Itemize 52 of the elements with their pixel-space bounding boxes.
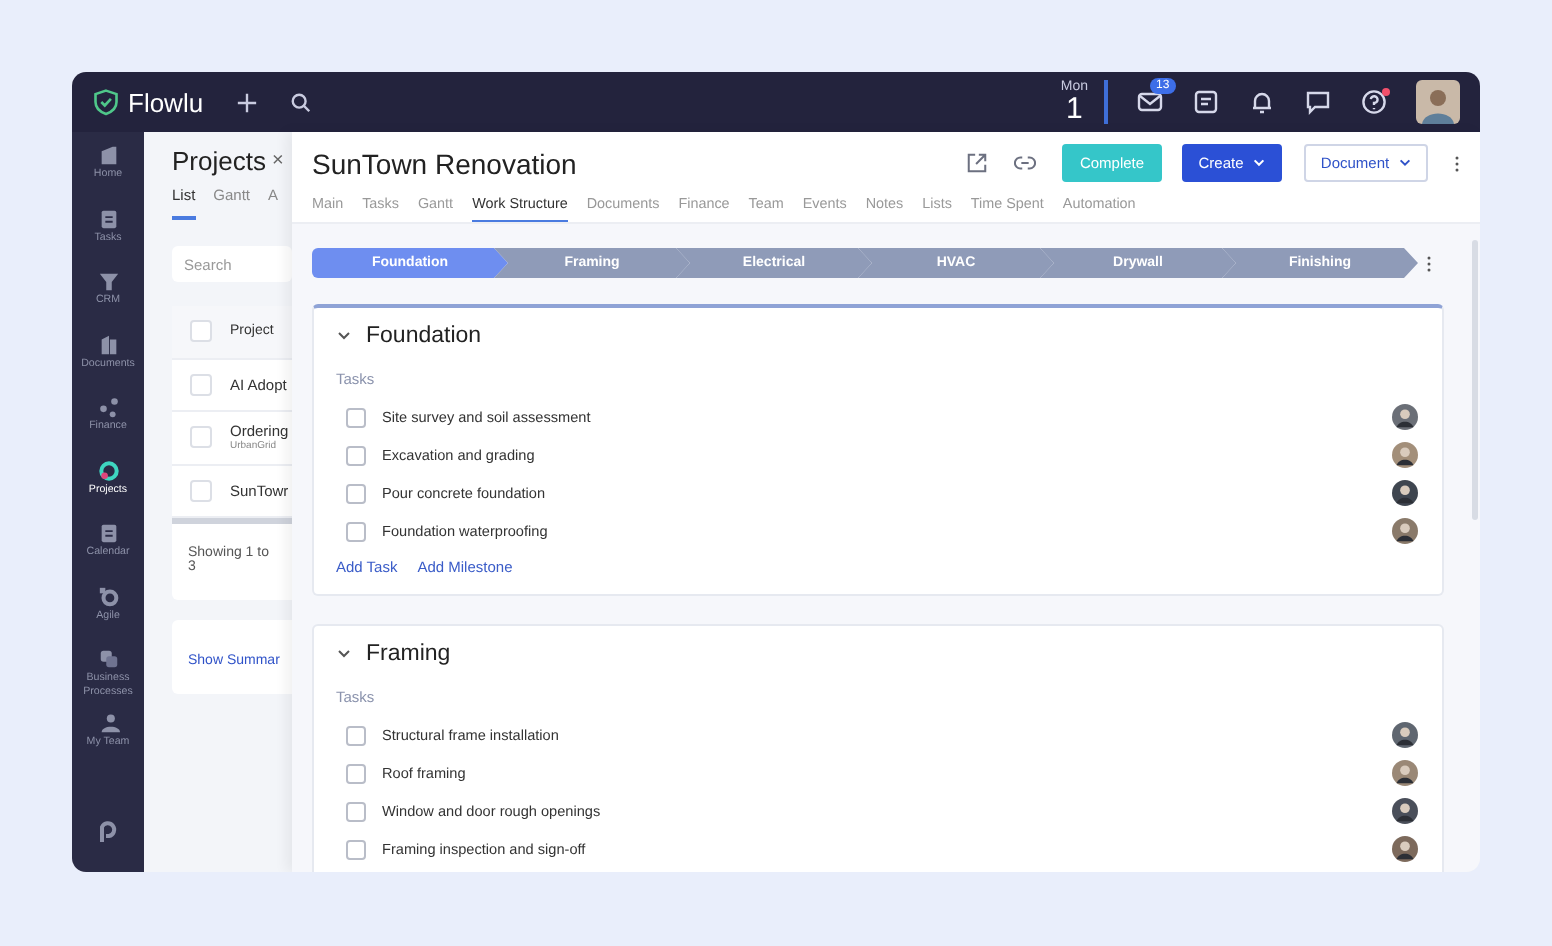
checkbox[interactable] xyxy=(190,373,212,396)
avatar xyxy=(1392,404,1418,430)
checkbox[interactable] xyxy=(346,763,366,783)
person-icon xyxy=(97,711,119,733)
chevron-icon[interactable] xyxy=(336,328,352,344)
checkbox[interactable] xyxy=(190,320,212,343)
ring-icon xyxy=(97,459,119,481)
funnel-icon xyxy=(97,270,119,292)
user-avatar[interactable] xyxy=(1416,80,1460,124)
stage-title: Framing xyxy=(366,642,451,666)
avatar xyxy=(1392,480,1418,506)
more-icon[interactable] xyxy=(1454,153,1460,173)
panel-title: Projects xyxy=(172,146,266,176)
caret-icon xyxy=(1251,156,1266,170)
link-icon[interactable] xyxy=(1014,152,1036,174)
checkbox[interactable] xyxy=(190,479,212,502)
checkbox[interactable] xyxy=(346,801,366,821)
avatar xyxy=(1392,798,1418,824)
project-title: SunTown Renovation xyxy=(312,147,577,179)
close-button[interactable]: × xyxy=(271,150,284,172)
shield-check-icon xyxy=(92,88,120,116)
chat-icon[interactable] xyxy=(1304,88,1332,116)
checkbox[interactable] xyxy=(346,839,366,859)
checkbox[interactable] xyxy=(346,407,366,427)
checkbox[interactable] xyxy=(346,725,366,745)
help-icon[interactable] xyxy=(1360,88,1388,116)
mail-icon[interactable] xyxy=(1136,88,1164,116)
day-number: 1 xyxy=(1066,94,1083,124)
search-icon[interactable] xyxy=(289,91,312,113)
loop-icon xyxy=(97,585,119,607)
avatar xyxy=(1392,760,1418,786)
document-icon xyxy=(97,333,119,355)
bell-icon[interactable] xyxy=(1248,88,1276,116)
avatar xyxy=(1392,722,1418,748)
checkbox[interactable] xyxy=(346,445,366,465)
avatar xyxy=(1392,442,1418,468)
note-icon[interactable] xyxy=(1192,88,1220,116)
nodes-icon xyxy=(97,396,119,418)
checkbox[interactable] xyxy=(346,483,366,503)
checkbox[interactable] xyxy=(190,426,212,449)
app-logo[interactable]: Flowlu xyxy=(128,87,204,117)
avatar xyxy=(1392,836,1418,862)
stage-title: Foundation xyxy=(366,324,482,348)
chevron-icon[interactable] xyxy=(336,646,352,662)
plus-icon[interactable] xyxy=(235,91,258,113)
external-link-icon[interactable] xyxy=(966,152,988,174)
squares-icon xyxy=(97,648,119,670)
avatar xyxy=(1392,518,1418,544)
more-icon[interactable] xyxy=(1426,253,1432,273)
checkbox[interactable] xyxy=(346,521,366,541)
p-logo-icon[interactable] xyxy=(96,820,120,844)
caret-icon xyxy=(1397,156,1412,170)
